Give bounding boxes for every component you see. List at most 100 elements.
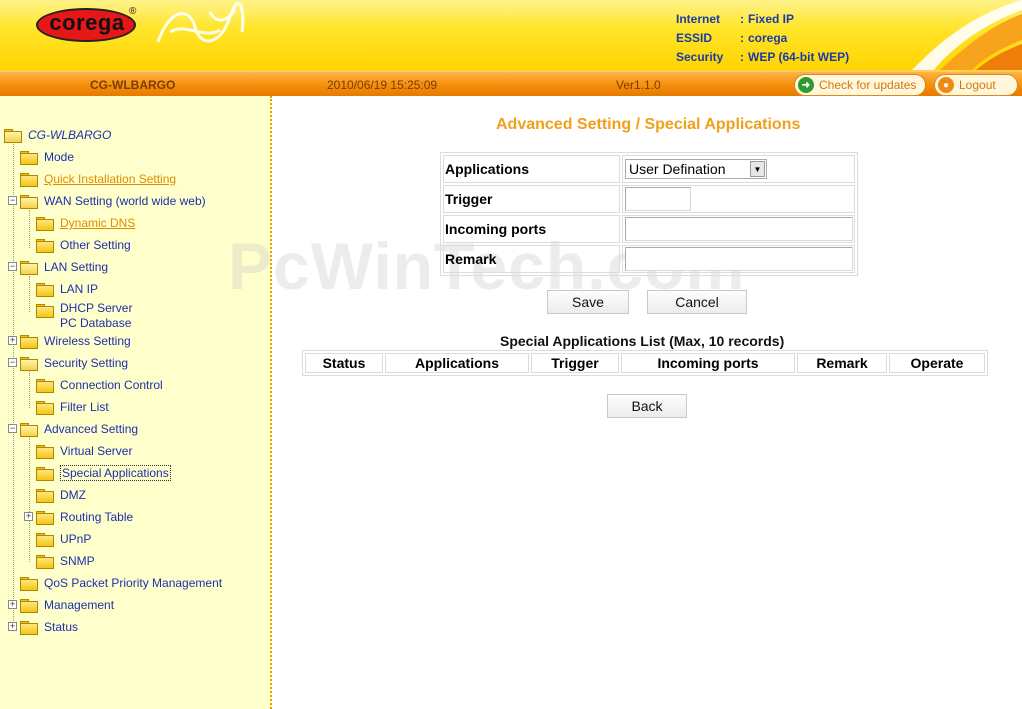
- column-header-applications: Applications: [385, 353, 529, 373]
- sidebar-item-filter-list[interactable]: Filter List: [36, 397, 109, 417]
- column-header-trigger: Trigger: [531, 353, 619, 373]
- folder-icon: [36, 238, 54, 253]
- decorative-scribble-icon: [156, 2, 245, 43]
- security-value: WEP (64-bit WEP): [748, 50, 850, 64]
- essid-label: ESSID: [676, 31, 713, 45]
- tree-line: [29, 210, 30, 248]
- expand-icon[interactable]: +: [8, 622, 17, 631]
- sidebar-item-advanced[interactable]: Advanced Setting: [20, 419, 138, 439]
- sidebar-item-other-setting[interactable]: Other Setting: [36, 235, 131, 255]
- folder-icon: [20, 334, 38, 349]
- tree-line: [29, 430, 30, 562]
- remark-input[interactable]: [625, 247, 853, 271]
- sidebar-item-routing-table[interactable]: Routing Table: [36, 507, 133, 527]
- sidebar-item-mode[interactable]: Mode: [20, 147, 74, 167]
- folder-icon: [36, 466, 54, 481]
- sidebar-item-quick-installation[interactable]: Quick Installation Setting: [20, 169, 176, 189]
- sidebar-item-special-applications[interactable]: Special Applications: [36, 463, 171, 483]
- separator: :: [740, 31, 744, 45]
- security-label: Security: [676, 50, 724, 64]
- applications-cell: User Defination ▼: [622, 155, 855, 183]
- tree-label: Security Setting: [44, 356, 129, 370]
- collapse-icon[interactable]: −: [8, 262, 17, 271]
- trigger-input[interactable]: [625, 187, 691, 211]
- folder-icon: [36, 400, 54, 415]
- folder-open-icon: [20, 422, 38, 437]
- folder-icon: [20, 576, 38, 591]
- sidebar-item-lan-ip[interactable]: LAN IP: [36, 279, 98, 299]
- collapse-icon[interactable]: −: [8, 424, 17, 433]
- tree-label: Status: [44, 620, 79, 634]
- registered-mark: ®: [129, 6, 137, 17]
- column-header-status: Status: [305, 353, 383, 373]
- check-updates-button[interactable]: ➜ Check for updates: [794, 74, 926, 96]
- dhcp-server-label: DHCP Server: [60, 301, 133, 315]
- internet-value: Fixed IP: [748, 12, 795, 26]
- device-name: CG-WLBARGO: [90, 78, 176, 92]
- sidebar-item-connection-control[interactable]: Connection Control: [36, 375, 163, 395]
- folder-icon: [36, 532, 54, 547]
- tree-label: UPnP: [60, 532, 92, 546]
- tree-label: Filter List: [60, 400, 109, 414]
- collapse-icon[interactable]: −: [8, 358, 17, 367]
- sidebar-item-wireless[interactable]: Wireless Setting: [20, 331, 131, 351]
- sidebar-item-dynamic-dns[interactable]: Dynamic DNS: [36, 213, 135, 233]
- tree-label: Management: [44, 598, 115, 612]
- sidebar-item-management[interactable]: Management: [20, 595, 114, 615]
- back-button[interactable]: Back: [607, 394, 687, 418]
- column-header-remark: Remark: [797, 353, 887, 373]
- separator: :: [740, 50, 744, 64]
- tree-line: [13, 144, 14, 629]
- sidebar-item-qos[interactable]: QoS Packet Priority Management: [20, 573, 222, 593]
- folder-icon: [36, 554, 54, 569]
- remark-cell: [622, 245, 855, 273]
- header-banner: corega ® Internet : Fixed IP ESSID : cor…: [0, 0, 1022, 70]
- sidebar-item-dmz[interactable]: DMZ: [36, 485, 86, 505]
- sidebar-item-upnp[interactable]: UPnP: [36, 529, 91, 549]
- sidebar-item-virtual-server[interactable]: Virtual Server: [36, 441, 132, 461]
- sidebar-item-wan[interactable]: WAN Setting (world wide web): [20, 191, 206, 211]
- folder-icon: [20, 172, 38, 187]
- check-updates-label: Check for updates: [819, 78, 917, 92]
- folder-icon: [36, 510, 54, 525]
- save-button[interactable]: Save: [547, 290, 629, 314]
- tree-label: Advanced Setting: [44, 422, 139, 436]
- tree-label: Mode: [44, 150, 75, 164]
- internet-label: Internet: [676, 12, 721, 26]
- sidebar-item-lan[interactable]: LAN Setting: [20, 257, 108, 277]
- collapse-icon[interactable]: −: [8, 196, 17, 205]
- special-app-form: Applications User Defination ▼ Trigger I…: [440, 152, 858, 276]
- cancel-button[interactable]: Cancel: [647, 290, 747, 314]
- folder-icon: [36, 216, 54, 231]
- tree-label: CG-WLBARGO: [28, 128, 112, 142]
- expand-icon[interactable]: +: [8, 336, 17, 345]
- tree-label: Other Setting: [60, 238, 131, 252]
- list-title: Special Applications List (Max, 10 recor…: [500, 333, 785, 349]
- logout-button[interactable]: ● Logout: [934, 74, 1018, 96]
- user-icon: ●: [938, 77, 954, 93]
- incoming-ports-input[interactable]: [625, 217, 853, 241]
- expand-icon[interactable]: +: [8, 600, 17, 609]
- tree-label: DHCP Server PC Database: [60, 301, 132, 331]
- remark-label: Remark: [443, 245, 620, 273]
- tree-root[interactable]: CG-WLBARGO: [4, 125, 111, 145]
- sidebar-item-dhcp-server[interactable]: DHCP Server PC Database: [36, 301, 132, 333]
- applications-select[interactable]: User Defination ▼: [625, 159, 767, 179]
- column-header-incoming-ports: Incoming ports: [621, 353, 795, 373]
- folder-open-icon: [20, 260, 38, 275]
- sidebar-item-status[interactable]: Status: [20, 617, 78, 637]
- folder-icon: [36, 378, 54, 393]
- status-info-panel: Internet : Fixed IP ESSID : corega Secur…: [676, 10, 849, 67]
- folder-open-icon: [20, 356, 38, 371]
- sidebar-item-snmp[interactable]: SNMP: [36, 551, 95, 571]
- trigger-cell: [622, 185, 855, 213]
- dropdown-arrow-icon: ▼: [750, 161, 765, 177]
- expand-icon[interactable]: +: [24, 512, 33, 521]
- page-title: Advanced Setting / Special Applications: [496, 116, 801, 133]
- tree-label: SNMP: [60, 554, 95, 568]
- folder-icon: [36, 282, 54, 297]
- firmware-version: Ver1.1.0: [616, 78, 661, 92]
- sidebar-item-security[interactable]: Security Setting: [20, 353, 128, 373]
- navigation-tree: CG-WLBARGO Mode Quick Installation Setti…: [0, 96, 272, 709]
- folder-icon: [36, 444, 54, 459]
